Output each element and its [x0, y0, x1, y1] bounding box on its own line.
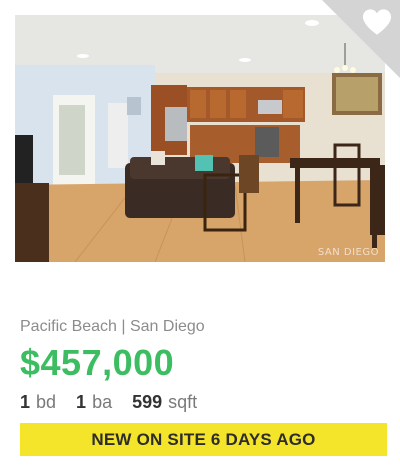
listing-specs: 1 bd 1 ba 599 sqft: [20, 392, 197, 413]
baths-value: 1: [76, 392, 87, 412]
new-listing-badge: NEW ON SITE 6 DAYS AGO: [20, 423, 387, 456]
listing-price: $457,000: [20, 342, 175, 383]
sqft-value: 599: [132, 392, 163, 412]
favorite-button[interactable]: [340, 0, 400, 50]
listing-card[interactable]: SAN DIEGO Pacific Beach | San Diego $457…: [0, 0, 400, 470]
beds-unit: bd: [36, 392, 57, 412]
sqft-unit: sqft: [168, 392, 198, 412]
heart-icon: [362, 9, 392, 35]
sqft-spec: 599 sqft: [132, 392, 197, 413]
photo-watermark: SAN DIEGO: [317, 247, 379, 258]
listing-location: Pacific Beach | San Diego: [20, 318, 205, 335]
beds-value: 1: [20, 392, 31, 412]
baths-unit: ba: [92, 392, 113, 412]
baths-spec: 1 ba: [76, 392, 112, 413]
beds-spec: 1 bd: [20, 392, 56, 413]
